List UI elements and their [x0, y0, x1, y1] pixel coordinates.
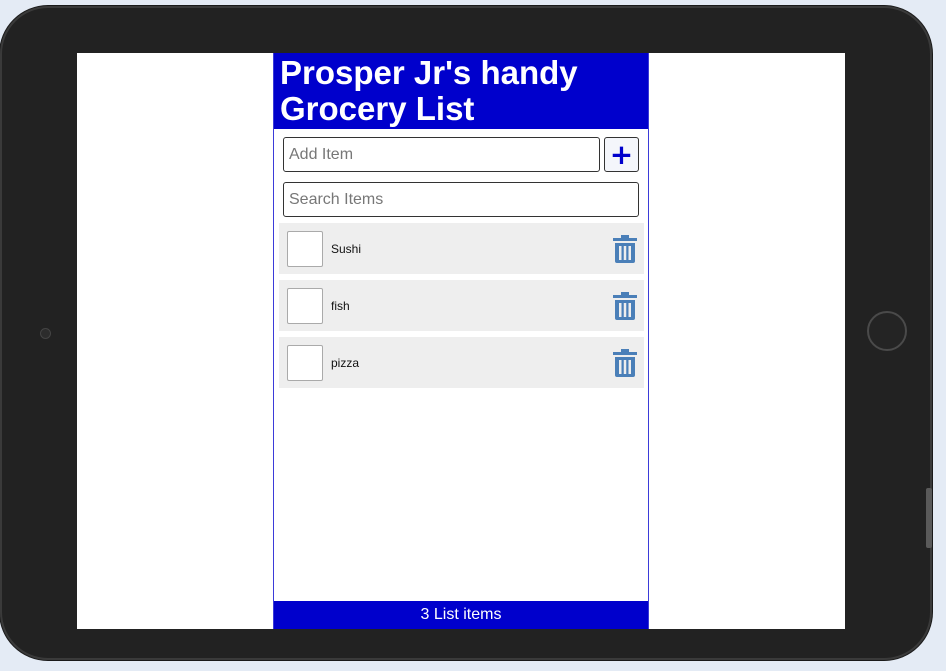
list-item: pizza	[279, 337, 644, 388]
search-input[interactable]	[283, 182, 639, 217]
item-checkbox[interactable]	[287, 345, 323, 381]
grocery-app: Prosper Jr's handy Grocery List + Sushi	[273, 53, 649, 629]
item-checkbox[interactable]	[287, 288, 323, 324]
item-checkbox[interactable]	[287, 231, 323, 267]
tablet-screen: Prosper Jr's handy Grocery List + Sushi	[77, 53, 845, 629]
camera-dot	[40, 328, 51, 339]
item-label: Sushi	[331, 242, 362, 256]
trash-icon[interactable]	[613, 349, 637, 377]
app-header: Prosper Jr's handy Grocery List	[274, 53, 648, 129]
grocery-list: Sushi fish pizza	[279, 223, 644, 394]
add-item-button[interactable]: +	[604, 137, 639, 172]
item-label: fish	[331, 299, 350, 313]
side-button[interactable]	[926, 488, 932, 548]
home-button[interactable]	[867, 311, 907, 351]
trash-icon[interactable]	[613, 235, 637, 263]
item-label: pizza	[331, 356, 360, 370]
app-footer: 3 List items	[274, 601, 648, 629]
item-count: 3 List items	[420, 606, 502, 623]
tablet-frame: Prosper Jr's handy Grocery List + Sushi	[0, 6, 932, 660]
app-title: Prosper Jr's handy Grocery List	[280, 54, 578, 127]
list-item: Sushi	[279, 223, 644, 274]
trash-icon[interactable]	[613, 292, 637, 320]
add-item-form: +	[283, 137, 639, 173]
list-item: fish	[279, 280, 644, 331]
add-item-input[interactable]	[283, 137, 600, 172]
